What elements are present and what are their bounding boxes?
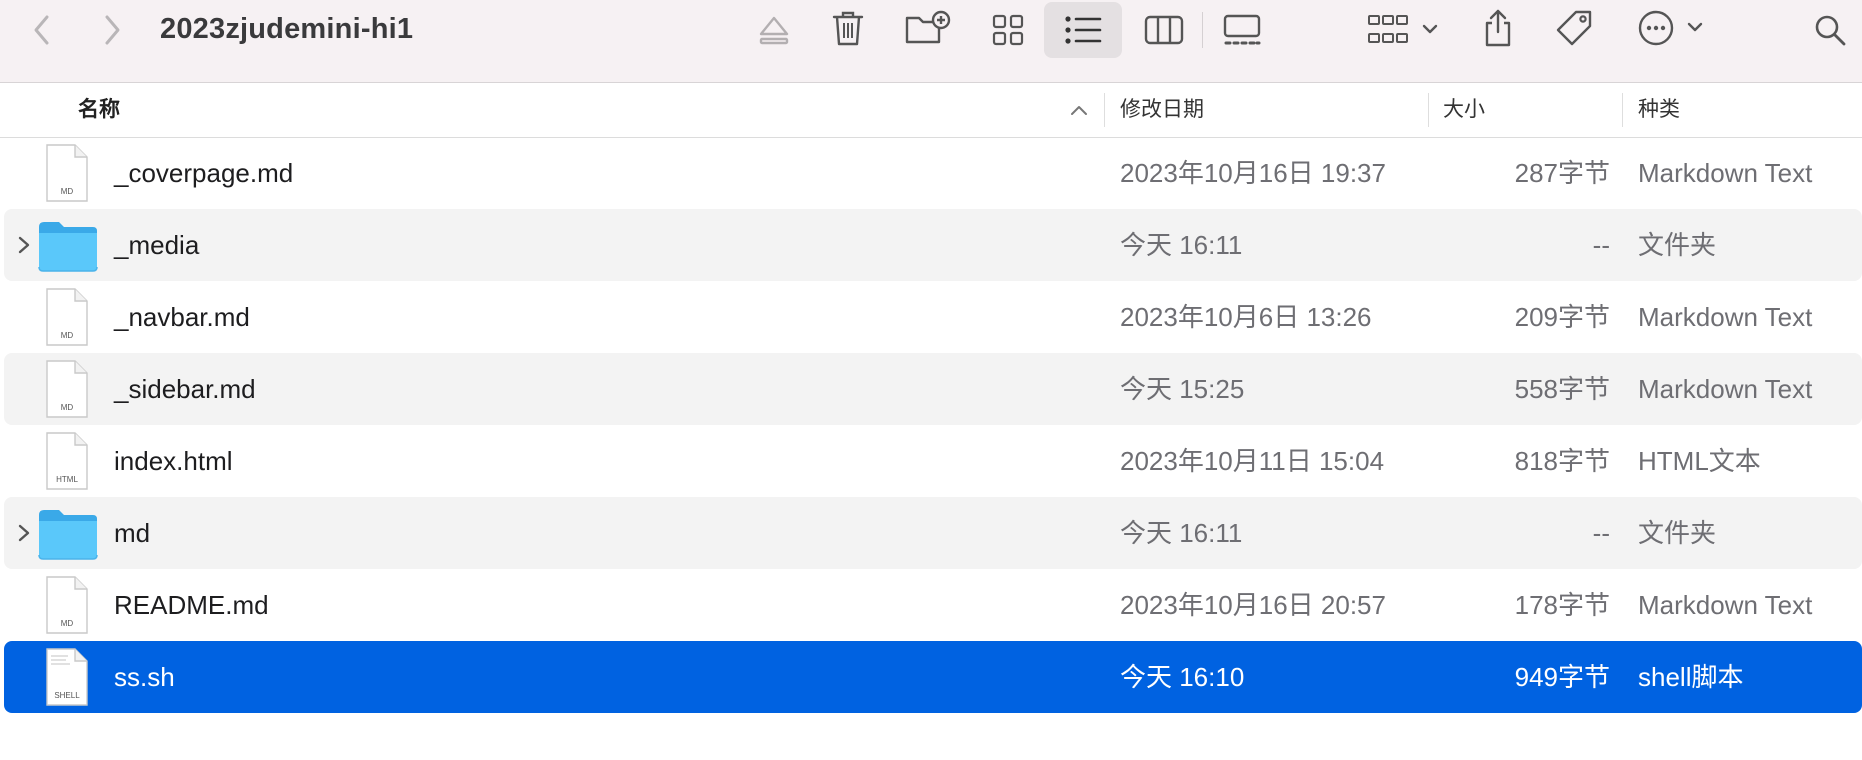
file-row[interactable]: MD README.md 2023年10月16日 20:57 178字节 Markdow… [4,569,1862,641]
tag-button[interactable] [1552,6,1596,50]
file-row[interactable]: MD _navbar.md 2023年10月6日 13:26 209字节 Markdow… [4,281,1862,353]
file-date: 今天 15:25 [1120,374,1245,404]
file-size: 949字节 [1514,662,1610,692]
file-kind: HTML文本 [1638,446,1761,476]
folder-icon [37,507,99,563]
file-name: _media [114,230,200,260]
file-name: README.md [114,590,269,620]
file-size: -- [1592,518,1610,548]
file-size: 287字节 [1514,158,1610,188]
column-separator[interactable] [1622,93,1623,127]
file-name: ss.sh [114,662,175,692]
forward-button[interactable] [92,10,132,50]
markdown-file-icon: MD [42,360,92,418]
share-icon [1485,9,1511,47]
file-row[interactable]: MD _coverpage.md 2023年10月16日 19:37 287字节 Mar… [4,137,1862,209]
search-button[interactable] [1808,8,1852,52]
list-icon [1065,16,1102,44]
file-type-badge: MD [60,403,74,412]
trash-icon [832,11,864,46]
column-header: 名称 修改日期 大小 种类 [0,83,1862,138]
chevron-right-icon [105,15,120,45]
trash-button[interactable] [826,6,870,50]
toolbar: 2023zjudemini-hi1 [0,0,1862,83]
list-view-button[interactable] [1044,2,1122,58]
gallery-view-button[interactable] [1218,8,1266,52]
grid-icon [992,14,1024,46]
gallery-icon [1223,14,1261,45]
file-type-badge: MD [60,187,74,196]
icon-view-button[interactable] [986,8,1030,52]
sort-ascending-indicator[interactable] [1068,99,1090,121]
file-type-badge: MD [60,331,74,340]
window-title: 2023zjudemini-hi1 [160,13,414,45]
file-type-badge: HTML [56,475,78,484]
group-button[interactable] [1364,8,1444,52]
eject-icon [759,16,789,45]
file-name: md [114,518,151,548]
file-date: 2023年10月6日 13:26 [1120,302,1372,332]
more-actions-button[interactable] [1636,6,1712,50]
date-column-header[interactable]: 修改日期 [1120,83,1204,137]
file-size: 209字节 [1514,302,1610,332]
folder-icon [37,219,99,275]
file-type-badge: SHELL [54,691,80,700]
file-date: 2023年10月16日 20:57 [1120,590,1386,620]
search-icon [1815,15,1846,46]
column-separator[interactable] [1104,93,1105,127]
file-row[interactable]: MD _sidebar.md 今天 15:25 558字节 Markdown Text [4,353,1862,425]
new-folder-button[interactable] [902,6,954,50]
file-size: 818字节 [1514,446,1610,476]
file-row[interactable]: md 今天 16:11 -- 文件夹 [4,497,1862,569]
file-size: 178字节 [1514,590,1610,620]
ellipsis-circle-icon [1638,10,1703,46]
group-by-icon [1368,15,1438,43]
file-date: 2023年10月11日 15:04 [1120,446,1385,476]
chevron-left-icon [34,15,49,45]
file-type-badge: MD [60,619,74,628]
file-name: index.html [114,446,233,476]
file-row[interactable]: HTML index.html 2023年10月11日 15:04 818字节 HTML… [4,425,1862,497]
file-name: _coverpage.md [114,158,294,188]
file-kind: Markdown Text [1638,590,1813,620]
file-size: -- [1592,230,1610,260]
share-button[interactable] [1476,6,1520,50]
file-date: 今天 16:11 [1120,518,1243,548]
file-kind: 文件夹 [1638,230,1717,260]
eject-button[interactable] [752,8,796,52]
disclosure-triangle-icon[interactable] [14,521,34,545]
html-file-icon: HTML [42,432,92,490]
size-column-header[interactable]: 大小 [1443,83,1485,137]
markdown-file-icon: MD [42,288,92,346]
kind-column-header[interactable]: 种类 [1638,83,1680,137]
shell-file-icon: SHELL [42,648,92,706]
file-date: 2023年10月16日 19:37 [1120,158,1386,188]
file-kind: Markdown Text [1638,158,1813,188]
markdown-file-icon: MD [42,576,92,634]
disclosure-triangle-icon[interactable] [14,233,34,257]
file-date: 今天 16:11 [1120,230,1243,260]
back-button[interactable] [22,10,62,50]
file-size: 558字节 [1514,374,1610,404]
file-kind: 文件夹 [1638,518,1717,548]
tag-icon [1556,10,1592,46]
column-separator[interactable] [1428,93,1429,127]
toolbar-divider [1202,12,1203,48]
file-kind: Markdown Text [1638,374,1813,404]
file-date: 今天 16:10 [1120,662,1245,692]
file-kind: shell脚本 [1638,662,1744,692]
file-row[interactable]: _media 今天 16:11 -- 文件夹 [4,209,1862,281]
name-column-header[interactable]: 名称 [78,83,120,137]
file-name: _sidebar.md [114,374,256,404]
markdown-file-icon: MD [42,144,92,202]
columns-icon [1144,15,1184,45]
file-name: _navbar.md [114,302,250,332]
new-folder-icon [905,10,951,44]
column-view-button[interactable] [1142,8,1186,52]
file-row[interactable]: SHELL ss.sh 今天 16:10 949字节 shell脚本 [4,641,1862,713]
file-kind: Markdown Text [1638,302,1813,332]
chevron-up-icon [1071,106,1087,115]
